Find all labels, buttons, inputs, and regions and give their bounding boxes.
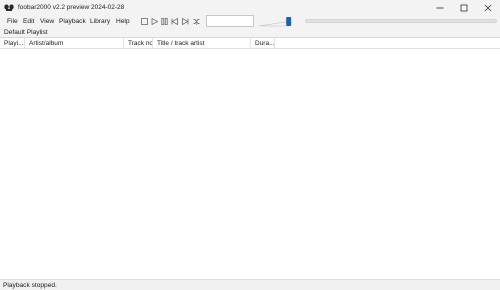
menu-file[interactable]: File [7,17,18,26]
stop-icon [141,18,148,25]
column-header-title-artist[interactable]: Title / track artist [153,38,251,49]
volume-graphic [258,17,292,27]
menu-playback[interactable]: Playback [59,17,86,26]
previous-button[interactable] [170,17,179,26]
column-header-track-no[interactable]: Track no [124,38,153,49]
menu-help[interactable]: Help [116,17,130,26]
menu-view[interactable]: View [40,17,54,26]
play-button[interactable] [150,17,159,26]
close-icon [484,4,492,11]
volume-thumb[interactable] [286,17,292,26]
search-input[interactable] [206,15,254,27]
status-bar: Playback stopped. [0,279,500,290]
maximize-button[interactable] [452,0,476,15]
play-icon [151,18,158,25]
minimize-icon [436,7,444,8]
volume-track [258,21,290,27]
menu-library[interactable]: Library [90,17,110,26]
next-button[interactable] [181,17,190,26]
playlist-tabs: Default Playlist [0,28,500,38]
column-header-playing[interactable]: Playi... [0,38,25,49]
next-icon [182,18,189,25]
title-bar: foobar2000 v2.2 preview 2024-02-28 [0,0,500,15]
seek-bar[interactable] [305,19,497,23]
close-button[interactable] [476,0,500,15]
minimize-button[interactable] [428,0,452,15]
previous-icon [171,18,178,25]
column-header-duration[interactable]: Dura... [251,38,275,49]
random-icon [193,19,200,25]
pause-icon [161,18,168,25]
window-title: foobar2000 v2.2 preview 2024-02-28 [18,4,125,11]
status-text: Playback stopped. [3,282,57,289]
menu-edit[interactable]: Edit [23,17,34,26]
random-button[interactable] [192,17,201,26]
playlist-header: Playi... Artist/album Track no Title / t… [0,38,500,49]
foobar2000-app-icon [3,2,15,14]
pause-button[interactable] [160,17,169,26]
column-header-artist-album[interactable]: Artist/album [25,38,124,49]
tab-default-playlist[interactable]: Default Playlist [4,29,48,37]
playlist-view[interactable] [0,49,500,278]
stop-button[interactable] [140,17,149,26]
maximize-icon [460,4,468,11]
window-controls [428,0,500,15]
volume-slider[interactable] [258,16,298,27]
